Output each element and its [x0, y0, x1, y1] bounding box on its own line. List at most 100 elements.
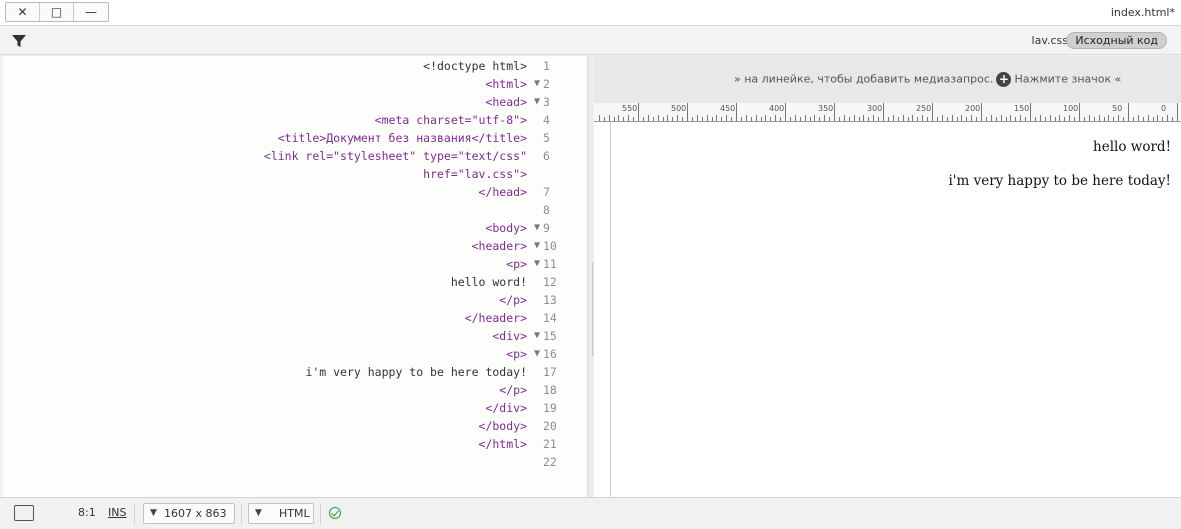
- window-size-select[interactable]: ▼ 1607 x 863: [143, 503, 235, 524]
- ruler-tick: [838, 117, 840, 121]
- rendered-paragraph[interactable]: i'm very happy to be here today!: [948, 173, 1171, 189]
- code-line[interactable]: <head> ▼ 3: [3, 93, 587, 111]
- ruler-tick: [966, 117, 968, 121]
- document-type-select[interactable]: ▼ HTML: [248, 503, 314, 524]
- code-line[interactable]: 22: [3, 453, 587, 471]
- check-circle-icon[interactable]: [329, 507, 341, 519]
- code-line[interactable]: </p> 18: [3, 381, 587, 399]
- ruler-tick: [760, 117, 762, 121]
- code-line[interactable]: </header> 14: [3, 309, 587, 327]
- ruler-tick: [985, 117, 987, 121]
- code-line[interactable]: <meta charset="utf-8"> 4: [3, 111, 587, 129]
- code-line[interactable]: <html> ▼ 2: [3, 75, 587, 93]
- code-text: <body>: [485, 221, 527, 235]
- ruler-tick: [1123, 117, 1125, 121]
- code-line[interactable]: <p> ▼ 11: [3, 255, 587, 273]
- ruler-tick: [1113, 117, 1115, 121]
- line-number: 21: [543, 437, 557, 451]
- ruler-tick: [706, 115, 708, 121]
- line-number: 1: [543, 59, 550, 73]
- code-line[interactable]: <div> ▼ 15: [3, 327, 587, 345]
- ruler-tick: [853, 115, 855, 121]
- ruler-tick: [638, 103, 639, 121]
- ruler-tick: [878, 117, 880, 121]
- ruler-tick: [897, 117, 899, 121]
- close-window-button[interactable]: ✕: [6, 3, 40, 21]
- ruler-tick: [657, 115, 659, 121]
- ruler[interactable]: 0 50 100 150 200 250 300 350 400 450 500 550: [594, 103, 1181, 122]
- filter-icon[interactable]: [10, 33, 28, 49]
- separator: [320, 504, 321, 524]
- ruler-tick: [976, 117, 978, 121]
- ruler-tick: [642, 117, 644, 121]
- ruler-tick: [750, 117, 752, 121]
- add-media-query-icon[interactable]: +: [996, 72, 1012, 87]
- code-line[interactable]: <!doctype html> 1: [3, 57, 587, 75]
- code-line[interactable]: <body> ▼ 9: [3, 219, 587, 237]
- line-number: 15: [543, 329, 557, 343]
- code-text: <header>: [471, 239, 527, 253]
- fold-toggle-icon[interactable]: ▼: [531, 237, 543, 255]
- fold-toggle-icon[interactable]: ▼: [531, 219, 543, 237]
- fold-toggle-icon[interactable]: ▼: [531, 93, 543, 111]
- line-number: 4: [543, 113, 550, 127]
- cursor-position: 8:1: [78, 506, 96, 519]
- code-editor[interactable]: <!doctype html> 1 <html> ▼ 2 <head> ▼ 3 <meta ch…: [3, 56, 587, 497]
- code-line[interactable]: <p> ▼ 16: [3, 345, 587, 363]
- ruler-tick: [1162, 117, 1164, 121]
- minimize-window-button[interactable]: —: [74, 3, 108, 21]
- code-line[interactable]: <link rel="stylesheet" type="text/css" 6: [3, 147, 587, 165]
- code-text: <div>: [492, 329, 527, 343]
- maximize-window-button[interactable]: □: [40, 3, 74, 21]
- ruler-tick: [902, 115, 904, 121]
- code-line[interactable]: </head> 7: [3, 183, 587, 201]
- code-line[interactable]: </body> 20: [3, 417, 587, 435]
- fold-toggle-icon[interactable]: ▼: [531, 327, 543, 345]
- code-text: <meta charset="utf-8">: [374, 113, 527, 127]
- code-line[interactable]: href="lav.css">: [3, 165, 587, 183]
- code-line[interactable]: 8: [3, 201, 587, 219]
- ruler-tick: [927, 117, 929, 121]
- ruler-tick: [775, 115, 777, 121]
- code-line[interactable]: </p> 13: [3, 291, 587, 309]
- rendered-page[interactable]: hello word! i'm very happy to be here to…: [610, 122, 1181, 497]
- fold-toggle-icon[interactable]: ▼: [531, 255, 543, 273]
- code-line[interactable]: </html> 21: [3, 435, 587, 453]
- source-code-tab[interactable]: Исходный код: [1066, 32, 1167, 49]
- line-number: 14: [543, 311, 557, 325]
- document-tab-title[interactable]: index.html*: [1111, 6, 1175, 19]
- related-file-lav-css[interactable]: lav.css: [1032, 34, 1068, 47]
- ruler-tick: [1054, 117, 1056, 121]
- related-files-bar: lav.css Исходный код: [0, 27, 1181, 55]
- ruler-tick: [1079, 103, 1080, 121]
- ruler-tick: [1128, 103, 1129, 121]
- ruler-tick: [677, 115, 679, 121]
- ruler-tick: [834, 103, 835, 121]
- ruler-tick: [701, 117, 703, 121]
- ruler-tick: [951, 115, 953, 121]
- code-text: </p>: [499, 293, 527, 307]
- rendered-paragraph[interactable]: hello word!: [1093, 139, 1171, 155]
- fold-toggle-icon[interactable]: ▼: [531, 75, 543, 93]
- ruler-tick: [623, 117, 625, 121]
- code-line[interactable]: </div> 19: [3, 399, 587, 417]
- insert-mode[interactable]: INS: [108, 506, 126, 519]
- preview-device-icon[interactable]: [14, 505, 34, 521]
- code-line[interactable]: i'm very happy to be here today! 17: [3, 363, 587, 381]
- media-query-bar[interactable]: » на линейке, чтобы добавить медиазапрос…: [594, 56, 1181, 103]
- code-line[interactable]: hello word! 12: [3, 273, 587, 291]
- code-text: href="lav.css">: [423, 167, 527, 181]
- ruler-tick: [873, 115, 875, 121]
- ruler-tick: [1152, 117, 1154, 121]
- line-number: 19: [543, 401, 557, 415]
- line-number: 12: [543, 275, 557, 289]
- code-line[interactable]: <header> ▼ 10: [3, 237, 587, 255]
- fold-toggle-icon[interactable]: ▼: [531, 345, 543, 363]
- code-line[interactable]: <title>Документ без названия</title> 5: [3, 129, 587, 147]
- ruler-tick: [1132, 117, 1134, 121]
- ruler-tick: [1103, 117, 1105, 121]
- code-text: <!doctype html>: [423, 59, 527, 73]
- ruler-tick: [711, 117, 713, 121]
- ruler-tick: [662, 117, 664, 121]
- ruler-tick: [672, 117, 674, 121]
